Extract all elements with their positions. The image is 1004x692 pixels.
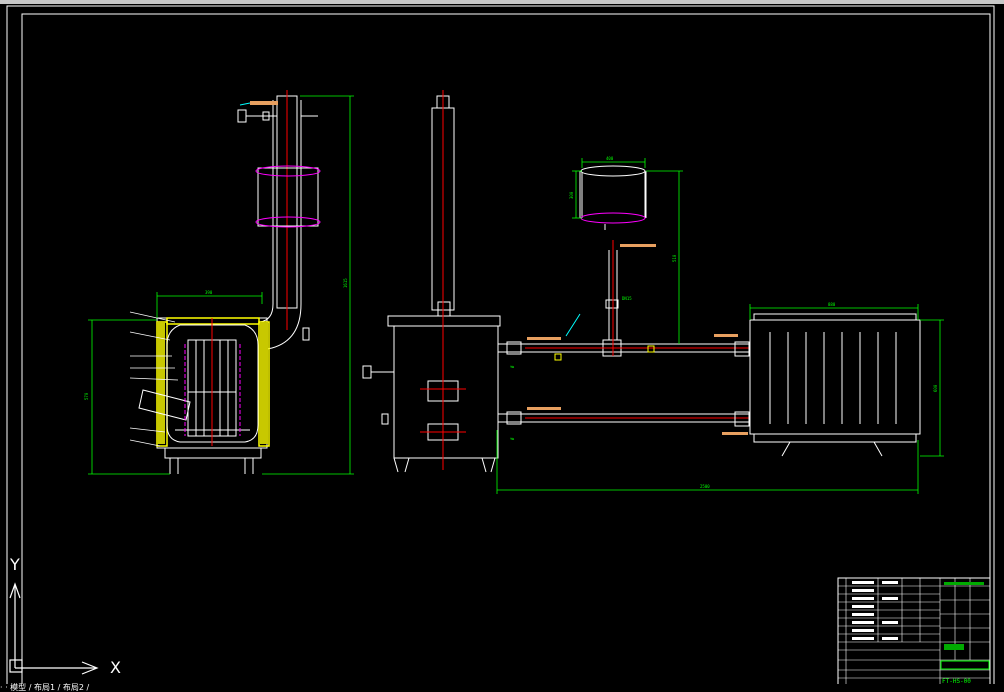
title-block: FT-HS-00	[837, 577, 991, 687]
boiler-section-view: 390 570 1615	[84, 90, 354, 475]
valve-label-tag	[250, 101, 278, 105]
cad-drawing-canvas[interactable]: 390 570 1615 DN15 400 300 510 2500 880 6…	[0, 0, 1004, 692]
dim-radiator-height-text: 600	[933, 384, 938, 392]
ucs-x-label: X	[110, 658, 121, 677]
dim-riser-height-text: 510	[672, 254, 677, 262]
svg-text:Ø: Ø	[510, 437, 515, 440]
dim-overall-height-text: 1615	[343, 278, 348, 288]
dim-radiator-width-text: 880	[828, 302, 836, 307]
layout-tabs-text[interactable]: · · 模型 / 布局1 / 布局2 /	[0, 683, 89, 692]
dim-tank-height-text: 300	[569, 191, 574, 199]
heating-system-view: DN15 400 300 510 2500 880 600 Ø Ø	[362, 90, 944, 494]
layout-tabs-bar[interactable]: · · 模型 / 布局1 / 布局2 /	[0, 684, 1004, 692]
ucs-y-label: Y	[9, 555, 20, 574]
ucs-icon	[9, 582, 99, 675]
dim-overall-length-text: 2500	[700, 484, 710, 489]
dim-height-text: 570	[84, 392, 89, 400]
svg-text:Ø: Ø	[510, 365, 515, 368]
dim-tank-width-text: 400	[606, 156, 614, 161]
dim-width-text: 390	[205, 290, 213, 295]
pipe-label-text: DN15	[622, 296, 632, 301]
